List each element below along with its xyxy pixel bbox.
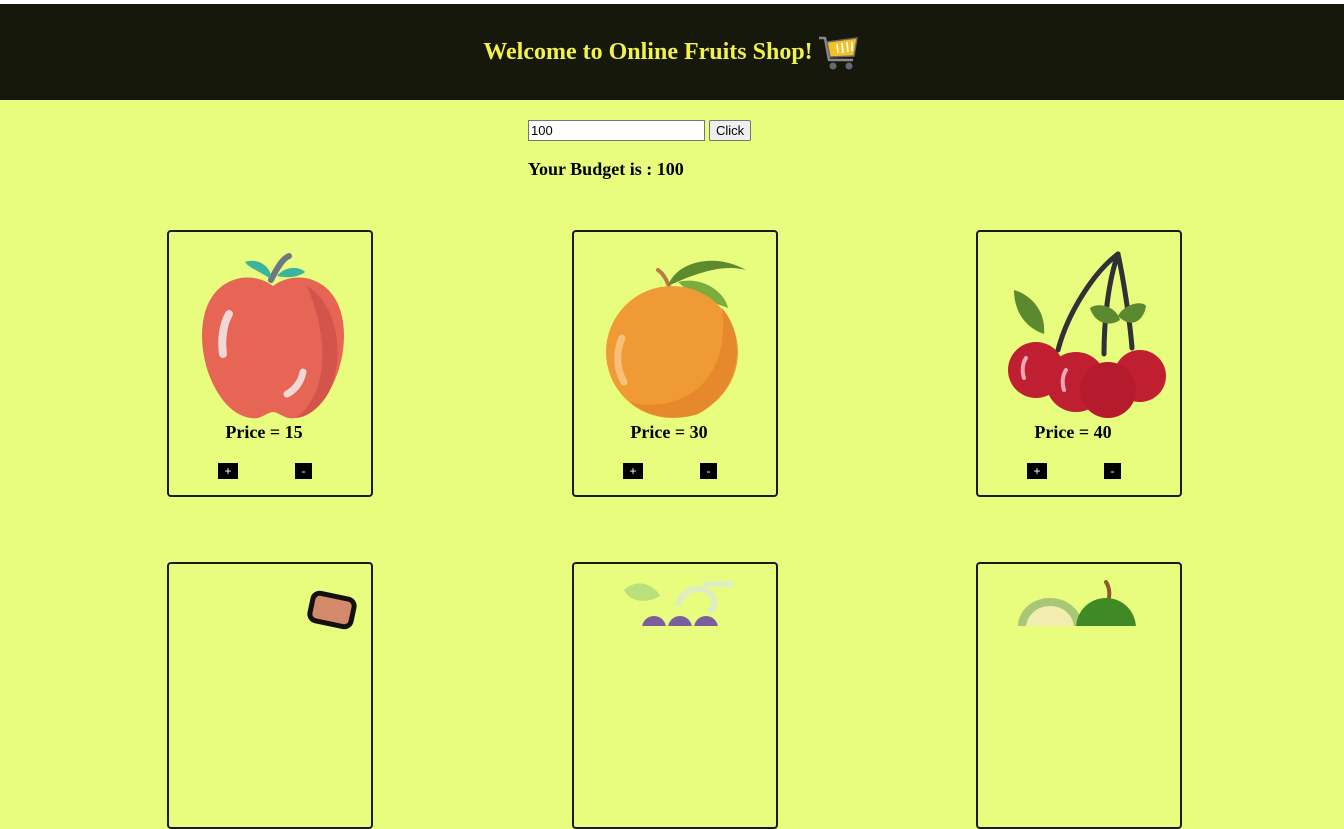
page-title-text: Welcome to Online Fruits Shop!: [483, 38, 813, 65]
cherry-icon: [1008, 251, 1166, 418]
shopping-cart-icon: [818, 36, 858, 70]
decrease-button[interactable]: -: [1104, 463, 1121, 479]
product-card-6: [976, 562, 1182, 829]
product-price: Price = 15: [225, 422, 303, 442]
page-header: Welcome to Online Fruits Shop!: [0, 4, 1344, 100]
budget-form: Click: [528, 120, 752, 141]
budget-label: Your Budget is :: [528, 159, 657, 179]
increase-button[interactable]: +: [1027, 463, 1047, 479]
avocado-icon: [1018, 580, 1136, 626]
budget-value: 100: [656, 159, 684, 179]
budget-input[interactable]: [528, 120, 705, 141]
grapes-icon: [624, 581, 734, 626]
click-button[interactable]: Click: [709, 120, 752, 141]
decrease-button[interactable]: -: [295, 463, 312, 479]
product-card-5: [572, 562, 778, 829]
increase-button[interactable]: +: [623, 463, 643, 479]
page-title: Welcome to Online Fruits Shop!: [483, 32, 860, 72]
orange-icon: [606, 260, 746, 418]
product-price: Price = 40: [1034, 422, 1112, 442]
product-card-cherry: Price = 40 + -: [976, 230, 1182, 497]
increase-button[interactable]: +: [218, 463, 238, 479]
fruit-icon: [307, 590, 357, 630]
product-card-4: [167, 562, 373, 829]
apple-icon: [202, 253, 344, 419]
product-card-orange: Price = 30 + -: [572, 230, 778, 497]
budget-display: Your Budget is : 100: [528, 159, 684, 180]
product-card-apple: Price = 15 + -: [167, 230, 373, 497]
decrease-button[interactable]: -: [700, 463, 717, 479]
product-price: Price = 30: [630, 422, 708, 442]
